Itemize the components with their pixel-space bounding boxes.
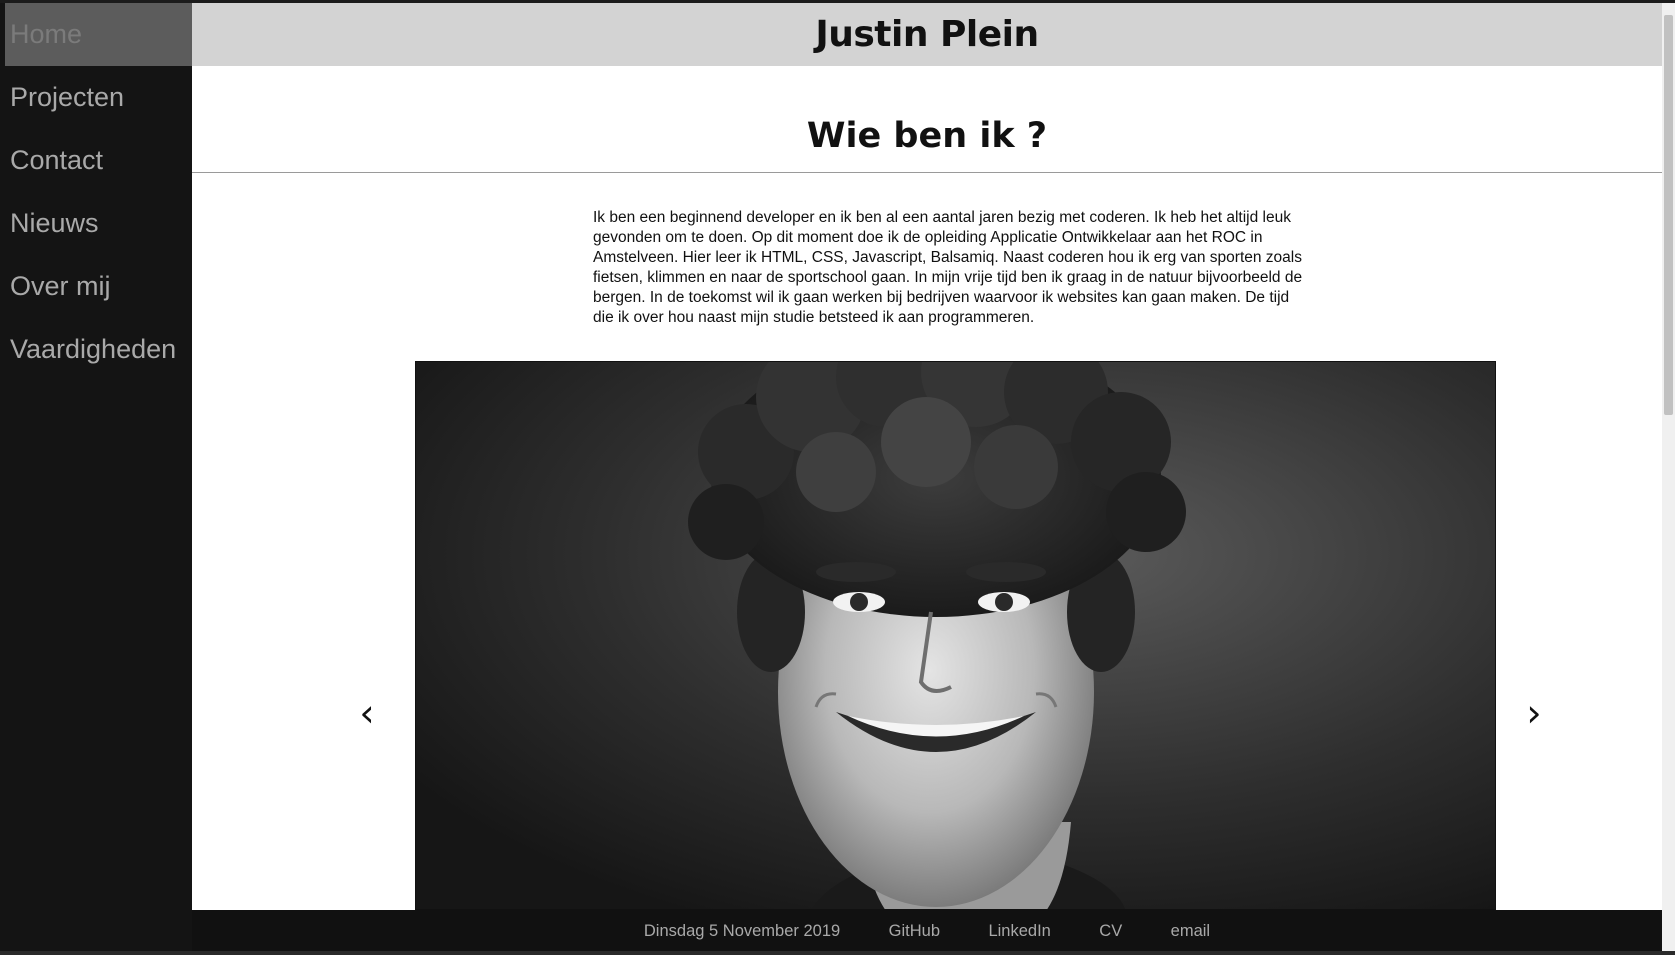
portrait-slide: [415, 361, 1496, 910]
footer-link-email[interactable]: email: [1171, 910, 1210, 952]
nav-item-home[interactable]: Home: [5, 3, 192, 66]
nav-item-nieuws[interactable]: Nieuws: [0, 192, 192, 255]
sidebar-nav: Home Projecten Contact Nieuws Over mij V…: [0, 3, 192, 955]
portrait-photo: [416, 362, 1495, 909]
footer-link-linkedin[interactable]: LinkedIn: [988, 910, 1050, 952]
footer-date: Dinsdag 5 November 2019: [643, 922, 841, 940]
nav-item-over-mij[interactable]: Over mij: [0, 255, 192, 318]
slider-prev-arrow[interactable]: ‹: [347, 694, 387, 732]
intro-paragraph: Ik ben een beginnend developer en ik ben…: [593, 209, 1303, 326]
slider-next-arrow[interactable]: ›: [1514, 694, 1554, 732]
nav-item-vaardigheden[interactable]: Vaardigheden: [0, 318, 192, 381]
site-header: Justin Plein: [192, 3, 1662, 66]
window-bottom-border: [0, 951, 1675, 955]
section-title: Wie ben ik ?: [806, 116, 1048, 156]
site-footer: Dinsdag 5 November 2019 GitHub LinkedIn …: [192, 910, 1662, 955]
site-title: Justin Plein: [815, 14, 1039, 55]
main-content: Wie ben ik ? Ik ben een beginnend develo…: [192, 66, 1662, 910]
section-divider: [192, 172, 1662, 173]
nav-item-projecten[interactable]: Projecten: [0, 66, 192, 129]
scrollbar-thumb[interactable]: [1664, 15, 1673, 415]
footer-link-github[interactable]: GitHub: [889, 910, 940, 952]
vertical-scrollbar[interactable]: [1662, 3, 1675, 955]
nav-item-contact[interactable]: Contact: [0, 129, 192, 192]
footer-link-cv[interactable]: CV: [1099, 910, 1122, 952]
